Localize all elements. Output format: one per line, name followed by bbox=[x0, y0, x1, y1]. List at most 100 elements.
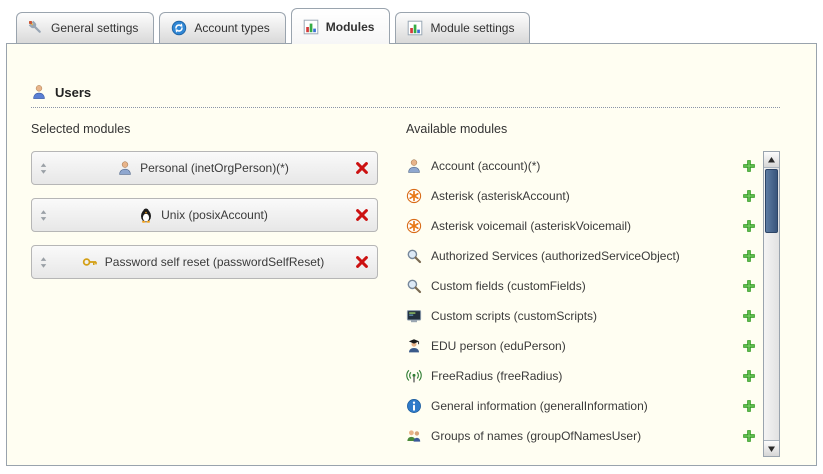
account-types-icon bbox=[171, 20, 187, 36]
available-module-label: Account (account)(*) bbox=[431, 159, 731, 173]
users-section-label: Users bbox=[55, 85, 91, 100]
add-module-button[interactable] bbox=[740, 248, 757, 265]
users-icon bbox=[31, 84, 47, 100]
scrollbar-down-button[interactable] bbox=[764, 440, 779, 456]
tab-modules[interactable]: Modules bbox=[291, 8, 391, 44]
delete-icon bbox=[354, 254, 370, 270]
selected-modules-list: Personal (inetOrgPerson)(*) Unix (posixA… bbox=[31, 151, 406, 279]
selected-module-row: Personal (inetOrgPerson)(*) bbox=[31, 151, 378, 185]
modules-panel: Users Selected modules Personal (inetOrg… bbox=[6, 43, 817, 466]
available-module-label: FreeRadius (freeRadius) bbox=[431, 369, 731, 383]
penguin-icon bbox=[138, 207, 154, 223]
add-module-button[interactable] bbox=[740, 428, 757, 445]
available-module-label: Asterisk voicemail (asteriskVoicemail) bbox=[431, 219, 731, 233]
selected-module-row: Unix (posixAccount) bbox=[31, 198, 378, 232]
available-modules-wrap: Account (account)(*) Asterisk (asteriskA… bbox=[406, 151, 780, 457]
selected-modules-heading: Selected modules bbox=[31, 122, 406, 136]
add-module-button[interactable] bbox=[740, 398, 757, 415]
chart-icon bbox=[303, 19, 319, 35]
tab-module-settings[interactable]: Module settings bbox=[395, 12, 530, 43]
available-module-row: FreeRadius (freeRadius) bbox=[406, 361, 759, 391]
add-module-button[interactable] bbox=[740, 308, 757, 325]
tab-label: Modules bbox=[326, 20, 375, 34]
selected-modules-column: Selected modules Personal (inetOrgPerson… bbox=[31, 122, 406, 465]
remove-module-button[interactable] bbox=[353, 206, 371, 224]
available-module-label: Custom scripts (customScripts) bbox=[431, 309, 731, 323]
available-modules-heading: Available modules bbox=[406, 122, 780, 136]
key-icon bbox=[82, 254, 98, 270]
drag-handle[interactable] bbox=[37, 208, 53, 223]
drag-handle[interactable] bbox=[37, 255, 53, 270]
scrollbar-thumb[interactable] bbox=[765, 169, 778, 233]
available-module-label: Asterisk (asteriskAccount) bbox=[431, 189, 731, 203]
delete-icon bbox=[354, 160, 370, 176]
person-icon bbox=[117, 160, 133, 176]
magnifier-icon bbox=[406, 278, 422, 294]
radio-icon bbox=[406, 368, 422, 384]
remove-module-button[interactable] bbox=[353, 253, 371, 271]
drag-handle[interactable] bbox=[37, 161, 53, 176]
lam-configuration-page: General settings Account types Modules M… bbox=[0, 0, 823, 474]
tab-account-types[interactable]: Account types bbox=[159, 12, 285, 43]
person-icon bbox=[406, 158, 422, 174]
drag-icon bbox=[37, 255, 50, 270]
selected-module-label: Password self reset (passwordSelfReset) bbox=[105, 255, 324, 269]
tab-bar: General settings Account types Modules M… bbox=[6, 0, 817, 43]
available-module-row: Custom fields (customFields) bbox=[406, 271, 759, 301]
magnifier-icon bbox=[406, 248, 422, 264]
tab-label: General settings bbox=[51, 21, 138, 35]
chart-icon bbox=[407, 20, 423, 36]
delete-icon bbox=[354, 207, 370, 223]
add-icon bbox=[741, 308, 757, 324]
available-module-row: EDU person (eduPerson) bbox=[406, 331, 759, 361]
available-module-label: Authorized Services (authorizedServiceOb… bbox=[431, 249, 731, 263]
add-icon bbox=[741, 428, 757, 444]
selected-module-row: Password self reset (passwordSelfReset) bbox=[31, 245, 378, 279]
screen-icon bbox=[406, 308, 422, 324]
add-module-button[interactable] bbox=[740, 338, 757, 355]
available-module-label: General information (generalInformation) bbox=[431, 399, 731, 413]
edu-person-icon bbox=[406, 338, 422, 354]
add-icon bbox=[741, 278, 757, 294]
drag-icon bbox=[37, 208, 50, 223]
selected-module-label: Unix (posixAccount) bbox=[161, 208, 268, 222]
available-module-row: Custom scripts (customScripts) bbox=[406, 301, 759, 331]
scroll-up-icon bbox=[767, 156, 776, 164]
add-icon bbox=[741, 158, 757, 174]
tab-label: Account types bbox=[194, 21, 269, 35]
available-module-row: Asterisk voicemail (asteriskVoicemail) bbox=[406, 211, 759, 241]
scrollbar-up-button[interactable] bbox=[764, 152, 779, 168]
available-modules-scrollbar[interactable] bbox=[763, 151, 780, 457]
remove-module-button[interactable] bbox=[353, 159, 371, 177]
available-modules-list: Account (account)(*) Asterisk (asteriskA… bbox=[406, 151, 763, 457]
add-icon bbox=[741, 248, 757, 264]
add-module-button[interactable] bbox=[740, 278, 757, 295]
available-module-label: EDU person (eduPerson) bbox=[431, 339, 731, 353]
tab-label: Module settings bbox=[430, 21, 514, 35]
scroll-down-icon bbox=[767, 445, 776, 453]
tab-general-settings[interactable]: General settings bbox=[16, 12, 154, 43]
add-module-button[interactable] bbox=[740, 158, 757, 175]
add-icon bbox=[741, 338, 757, 354]
available-module-row: Account (account)(*) bbox=[406, 151, 759, 181]
available-module-label: Groups of names (groupOfNamesUser) bbox=[431, 429, 731, 443]
selected-module-label: Personal (inetOrgPerson)(*) bbox=[140, 161, 289, 175]
asterisk-icon bbox=[406, 218, 422, 234]
available-module-row: Asterisk (asteriskAccount) bbox=[406, 181, 759, 211]
add-icon bbox=[741, 398, 757, 414]
available-module-label: Custom fields (customFields) bbox=[431, 279, 731, 293]
available-modules-column: Available modules Account (account)(*) A… bbox=[406, 122, 780, 465]
add-module-button[interactable] bbox=[740, 368, 757, 385]
add-module-button[interactable] bbox=[740, 188, 757, 205]
modules-columns: Selected modules Personal (inetOrgPerson… bbox=[7, 108, 816, 465]
group-icon bbox=[406, 428, 422, 444]
drag-icon bbox=[37, 161, 50, 176]
available-module-row: Groups of names (groupOfNamesUser) bbox=[406, 421, 759, 451]
add-icon bbox=[741, 188, 757, 204]
add-icon bbox=[741, 368, 757, 384]
add-module-button[interactable] bbox=[740, 218, 757, 235]
available-module-row: General information (generalInformation) bbox=[406, 391, 759, 421]
users-section-title: Users bbox=[7, 44, 816, 100]
available-module-row: Authorized Services (authorizedServiceOb… bbox=[406, 241, 759, 271]
tools-icon bbox=[28, 20, 44, 36]
